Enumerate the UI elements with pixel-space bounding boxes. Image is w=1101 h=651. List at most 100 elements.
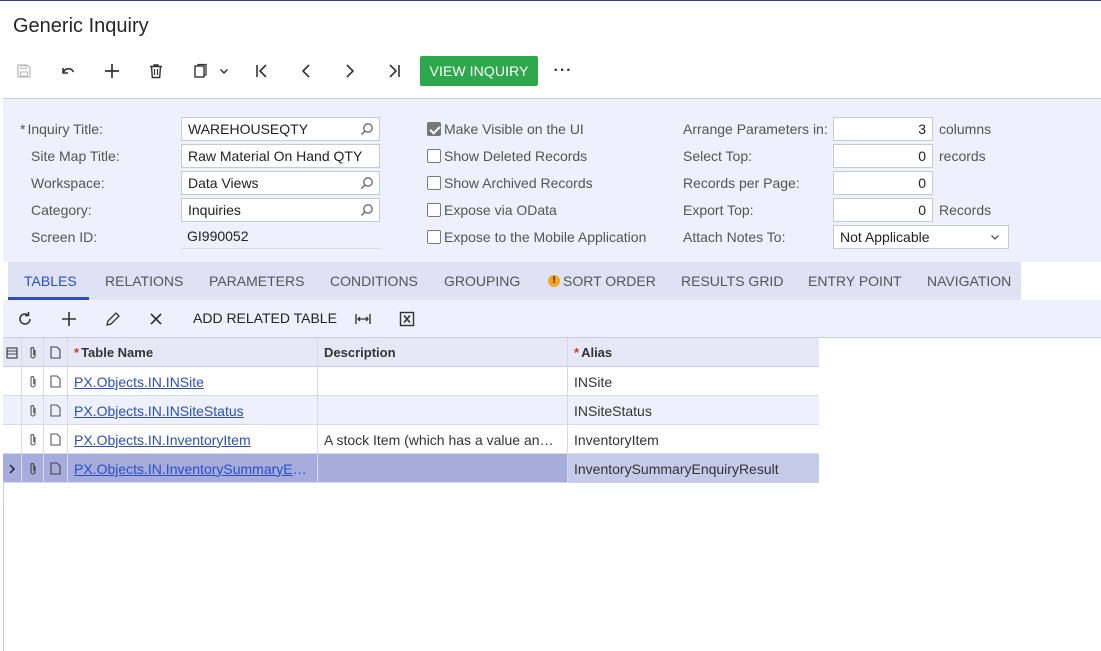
tab-entry-point[interactable]: ENTRY POINT — [808, 262, 902, 300]
edit-icon[interactable] — [105, 309, 121, 329]
tab-parameters[interactable]: PARAMETERS — [209, 262, 304, 300]
refresh-icon[interactable] — [17, 309, 33, 329]
table-name-link[interactable]: PX.Objects.IN.INSiteStatus — [74, 403, 244, 419]
arrange-parameters-unit: columns — [939, 121, 992, 137]
chevron-down-icon[interactable] — [215, 56, 233, 86]
alias-cell[interactable]: INSite — [568, 367, 819, 396]
save-icon[interactable] — [13, 56, 35, 86]
workspace-label: Workspace: — [31, 175, 105, 191]
category-field[interactable]: Inquiries — [181, 198, 380, 222]
export-top-unit: Records — [939, 202, 992, 218]
table-row[interactable]: PX.Objects.IN.INSite INSite — [3, 367, 819, 396]
expose-mobile-checkbox[interactable]: Expose to the Mobile Application — [427, 229, 646, 245]
page-title: Generic Inquiry — [13, 15, 149, 37]
tab-bar: TABLES RELATIONS PARAMETERS CONDITIONS G… — [8, 262, 1021, 300]
checkbox-checked[interactable] — [427, 122, 441, 136]
checkbox[interactable] — [427, 203, 441, 217]
screen-id-label: Screen ID: — [31, 229, 98, 245]
arrange-parameters-field[interactable]: 3 — [833, 117, 933, 141]
site-map-title-field[interactable]: Raw Material On Hand QTY — [181, 144, 380, 168]
table-row[interactable]: PX.Objects.IN.INSiteStatus INSiteStatus — [3, 396, 819, 425]
checkbox[interactable] — [427, 176, 441, 190]
expose-odata-checkbox[interactable]: Expose via OData — [427, 202, 557, 218]
fit-columns-icon[interactable] — [354, 309, 372, 329]
alias-header[interactable]: * Alias — [568, 338, 819, 367]
description-cell[interactable] — [318, 367, 568, 396]
site-map-title-label: Site Map Title: — [31, 148, 120, 164]
description-cell[interactable]: A stock Item (which has a value and i... — [318, 425, 568, 454]
alias-cell[interactable]: INSiteStatus — [568, 396, 819, 425]
arrange-parameters-label: Arrange Parameters in: — [683, 121, 828, 137]
grid-header: * Table Name Description * Alias — [3, 338, 819, 367]
first-record-icon[interactable] — [251, 56, 273, 86]
delete-row-icon[interactable] — [149, 309, 163, 329]
export-top-field[interactable]: 0 — [833, 198, 933, 222]
records-per-page-field[interactable]: 0 — [833, 171, 933, 195]
more-actions-button[interactable]: ··· — [550, 56, 576, 86]
top-accent-line — [0, 0, 1101, 1]
table-name-link[interactable]: PX.Objects.IN.InventoryItem — [74, 432, 251, 448]
add-related-table-button[interactable]: ADD RELATED TABLE — [193, 310, 337, 326]
alias-cell[interactable]: InventorySummaryEnquiryResult — [568, 454, 819, 483]
note-icon[interactable] — [44, 396, 68, 425]
description-cell[interactable] — [318, 454, 568, 483]
export-excel-icon[interactable] — [399, 309, 415, 329]
attachment-icon[interactable] — [22, 396, 44, 425]
last-record-icon[interactable] — [383, 56, 405, 86]
copy-paste-icon[interactable] — [189, 56, 211, 86]
attachment-header-icon — [22, 338, 44, 367]
tab-grouping[interactable]: GROUPING — [444, 262, 520, 300]
tab-results-grid[interactable]: RESULTS GRID — [681, 262, 783, 300]
select-top-field[interactable]: 0 — [833, 144, 933, 168]
table-row[interactable]: PX.Objects.IN.InventoryItem A stock Item… — [3, 425, 819, 454]
add-row-icon[interactable] — [61, 309, 77, 329]
attachment-icon[interactable] — [22, 367, 44, 396]
description-header[interactable]: Description — [318, 338, 568, 367]
note-header-icon — [44, 338, 68, 367]
tab-conditions[interactable]: CONDITIONS — [330, 262, 418, 300]
checkbox[interactable] — [427, 149, 441, 163]
warning-icon: ! — [548, 275, 560, 287]
table-row-selected[interactable]: PX.Objects.IN.InventorySummaryEnq... Inv… — [3, 454, 819, 483]
workspace-field[interactable]: Data Views — [181, 171, 380, 195]
table-name-header[interactable]: * Table Name — [68, 338, 318, 367]
attach-notes-label: Attach Notes To: — [683, 229, 786, 245]
tab-relations[interactable]: RELATIONS — [105, 262, 183, 300]
category-label: Category: — [31, 202, 92, 218]
required-marker: * — [20, 121, 26, 137]
search-icon[interactable] — [360, 176, 374, 190]
table-name-link[interactable]: PX.Objects.IN.INSite — [74, 374, 204, 390]
tab-sort-order[interactable]: ! SORT ORDER — [548, 262, 656, 300]
inquiry-title-field[interactable]: WAREHOUSEQTY — [181, 117, 380, 141]
column-settings-icon[interactable] — [3, 338, 22, 367]
show-deleted-checkbox[interactable]: Show Deleted Records — [427, 148, 587, 164]
next-record-icon[interactable] — [339, 56, 361, 86]
delete-icon[interactable] — [145, 56, 167, 86]
search-icon[interactable] — [360, 203, 374, 217]
chevron-down-icon[interactable] — [990, 230, 1000, 244]
description-cell[interactable] — [318, 396, 568, 425]
tab-navigation[interactable]: NAVIGATION — [927, 262, 1011, 300]
required-marker: * — [74, 345, 80, 360]
required-marker: * — [574, 345, 580, 360]
main-toolbar: ··· — [0, 56, 1101, 86]
make-visible-checkbox[interactable]: Make Visible on the UI — [427, 121, 584, 137]
previous-record-icon[interactable] — [295, 56, 317, 86]
row-selector-chevron-icon[interactable] — [3, 454, 22, 483]
attachment-icon[interactable] — [22, 454, 44, 483]
search-icon[interactable] — [360, 122, 374, 136]
add-icon[interactable] — [101, 56, 123, 86]
view-inquiry-button[interactable]: VIEW INQUIRY — [420, 56, 538, 86]
tab-tables[interactable]: TABLES — [24, 262, 77, 300]
checkbox[interactable] — [427, 230, 441, 244]
note-icon[interactable] — [44, 367, 68, 396]
attach-notes-select[interactable]: Not Applicable — [833, 225, 1009, 249]
note-icon[interactable] — [44, 454, 68, 483]
alias-cell[interactable]: InventoryItem — [568, 425, 819, 454]
note-icon[interactable] — [44, 425, 68, 454]
attachment-icon[interactable] — [22, 425, 44, 454]
screen-id-value: GI990052 — [181, 225, 380, 249]
table-name-link[interactable]: PX.Objects.IN.InventorySummaryEnq... — [74, 461, 311, 477]
show-archived-checkbox[interactable]: Show Archived Records — [427, 175, 593, 191]
undo-icon[interactable] — [57, 56, 79, 86]
